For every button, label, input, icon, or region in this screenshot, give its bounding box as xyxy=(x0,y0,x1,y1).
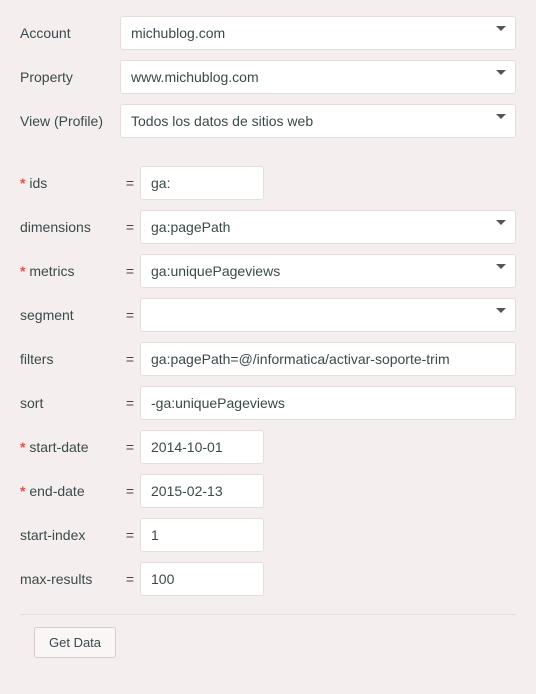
chevron-down-icon xyxy=(495,113,507,121)
property-value: www.michublog.com xyxy=(131,69,259,85)
ids-input[interactable] xyxy=(140,166,264,200)
metrics-label: metrics xyxy=(20,263,120,279)
metrics-dropdown[interactable]: ga:uniquePageviews xyxy=(140,254,516,288)
equals-sign: = xyxy=(120,527,140,543)
end-date-input[interactable] xyxy=(140,474,264,508)
equals-sign: = xyxy=(120,351,140,367)
max-results-input[interactable] xyxy=(140,562,264,596)
get-data-button[interactable]: Get Data xyxy=(34,627,116,658)
chevron-down-icon xyxy=(495,69,507,77)
max-results-label: max-results xyxy=(20,571,120,587)
account-dropdown[interactable]: michublog.com xyxy=(120,16,516,50)
equals-sign: = xyxy=(120,571,140,587)
equals-sign: = xyxy=(120,395,140,411)
equals-sign: = xyxy=(120,307,140,323)
divider xyxy=(20,614,516,615)
property-label: Property xyxy=(20,69,120,85)
chevron-down-icon xyxy=(495,263,507,271)
dimensions-dropdown[interactable]: ga:pagePath xyxy=(140,210,516,244)
equals-sign: = xyxy=(120,263,140,279)
segment-label: segment xyxy=(20,307,120,323)
equals-sign: = xyxy=(120,439,140,455)
sort-label: sort xyxy=(20,395,120,411)
equals-sign: = xyxy=(120,483,140,499)
account-label: Account xyxy=(20,25,120,41)
filters-label: filters xyxy=(20,351,120,367)
start-date-input[interactable] xyxy=(140,430,264,464)
start-index-label: start-index xyxy=(20,527,120,543)
view-value: Todos los datos de sitios web xyxy=(131,113,313,129)
view-dropdown[interactable]: Todos los datos de sitios web xyxy=(120,104,516,138)
property-dropdown[interactable]: www.michublog.com xyxy=(120,60,516,94)
ids-label: ids xyxy=(20,175,120,191)
chevron-down-icon xyxy=(495,307,507,315)
sort-input[interactable] xyxy=(140,386,516,420)
account-value: michublog.com xyxy=(131,25,225,41)
dimensions-value: ga:pagePath xyxy=(151,219,230,235)
segment-dropdown[interactable] xyxy=(140,298,516,332)
view-label: View (Profile) xyxy=(20,113,120,129)
equals-sign: = xyxy=(120,175,140,191)
end-date-label: end-date xyxy=(20,483,120,499)
start-date-label: start-date xyxy=(20,439,120,455)
chevron-down-icon xyxy=(495,25,507,33)
equals-sign: = xyxy=(120,219,140,235)
start-index-input[interactable] xyxy=(140,518,264,552)
dimensions-label: dimensions xyxy=(20,219,120,235)
metrics-value: ga:uniquePageviews xyxy=(151,263,280,279)
filters-input[interactable] xyxy=(140,342,516,376)
chevron-down-icon xyxy=(495,219,507,227)
